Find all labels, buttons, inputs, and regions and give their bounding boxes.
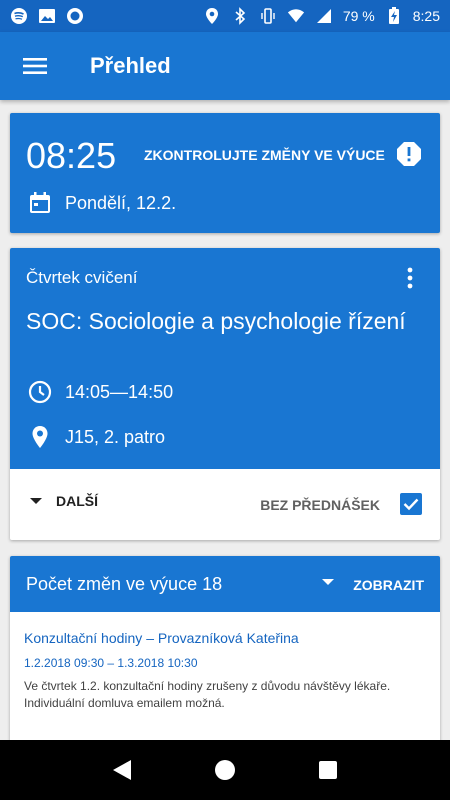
change-item-text: Ve čtvrtek 1.2. konzultační hodiny zruše…: [24, 679, 391, 710]
image-icon: [38, 7, 56, 25]
no-lectures-label[interactable]: BEZ PŘEDNÁŠEK: [260, 497, 380, 513]
caret-down-icon: [30, 498, 42, 504]
hamburger-menu-icon[interactable]: [0, 32, 70, 100]
calendar-icon: [28, 191, 52, 215]
changes-card: Počet změn ve výuce 18 ZOBRAZIT Konzulta…: [10, 556, 440, 756]
lesson-type: Čtvrtek cvičení: [26, 268, 138, 287]
clock-icon: [28, 380, 52, 404]
lesson-card[interactable]: Čtvrtek cvičení SOC: Sociologie a psycho…: [10, 248, 440, 540]
battery-percent: 79 %: [342, 8, 375, 24]
page-title: Přehled: [90, 53, 171, 78]
change-item-title[interactable]: Konzultační hodiny – Provazníková Kateři…: [24, 630, 299, 646]
more-label: DALŠÍ: [56, 493, 98, 509]
clock-time: 8:25: [412, 8, 440, 24]
no-lectures-checkbox[interactable]: [400, 493, 422, 515]
back-icon[interactable]: [102, 750, 142, 790]
lesson-card-header[interactable]: Čtvrtek cvičení SOC: Sociologie a psycho…: [10, 248, 440, 469]
lesson-title: SOC: Sociologie a psychologie řízení: [26, 308, 406, 334]
vibrate-icon: [259, 7, 277, 25]
lesson-time: 14:05—14:50: [65, 382, 174, 402]
location-pin-icon: [28, 425, 52, 449]
bluetooth-icon: [231, 7, 249, 25]
circle-app-icon: [66, 7, 84, 25]
home-icon[interactable]: [205, 750, 245, 790]
signal-icon: [315, 7, 333, 25]
change-item-dates: 1.2.2018 09:30 – 1.3.2018 10:30: [24, 656, 198, 670]
caret-down-icon[interactable]: [322, 578, 334, 586]
changes-card-header[interactable]: Počet změn ve výuce 18 ZOBRAZIT: [10, 556, 440, 612]
lesson-room: J15, 2. patro: [65, 427, 166, 447]
app-bar: Přehled: [0, 32, 450, 100]
spotify-icon: [10, 7, 28, 25]
show-button[interactable]: ZOBRAZIT: [353, 577, 424, 593]
more-button[interactable]: DALŠÍ: [30, 493, 98, 509]
location-icon: [203, 7, 221, 25]
status-bar: 79 % 8:25: [0, 0, 450, 32]
current-time-card[interactable]: 08:25 ZKONTROLUJTE ZMĚNY VE VÝUCE Ponděl…: [10, 113, 440, 233]
warning-icon[interactable]: [396, 141, 422, 167]
more-vert-icon[interactable]: [398, 266, 422, 290]
changes-count-title: Počet změn ve výuce 18: [26, 574, 223, 594]
current-date: Pondělí, 12.2.: [65, 193, 177, 213]
changes-warning-text[interactable]: ZKONTROLUJTE ZMĚNY VE VÝUCE: [144, 147, 385, 163]
battery-charging-icon: [385, 7, 403, 25]
wifi-icon: [287, 7, 305, 25]
checkmark-icon: [403, 498, 419, 511]
current-time: 08:25: [26, 135, 117, 176]
recents-icon[interactable]: [308, 750, 348, 790]
system-navigation-bar: [0, 740, 450, 800]
